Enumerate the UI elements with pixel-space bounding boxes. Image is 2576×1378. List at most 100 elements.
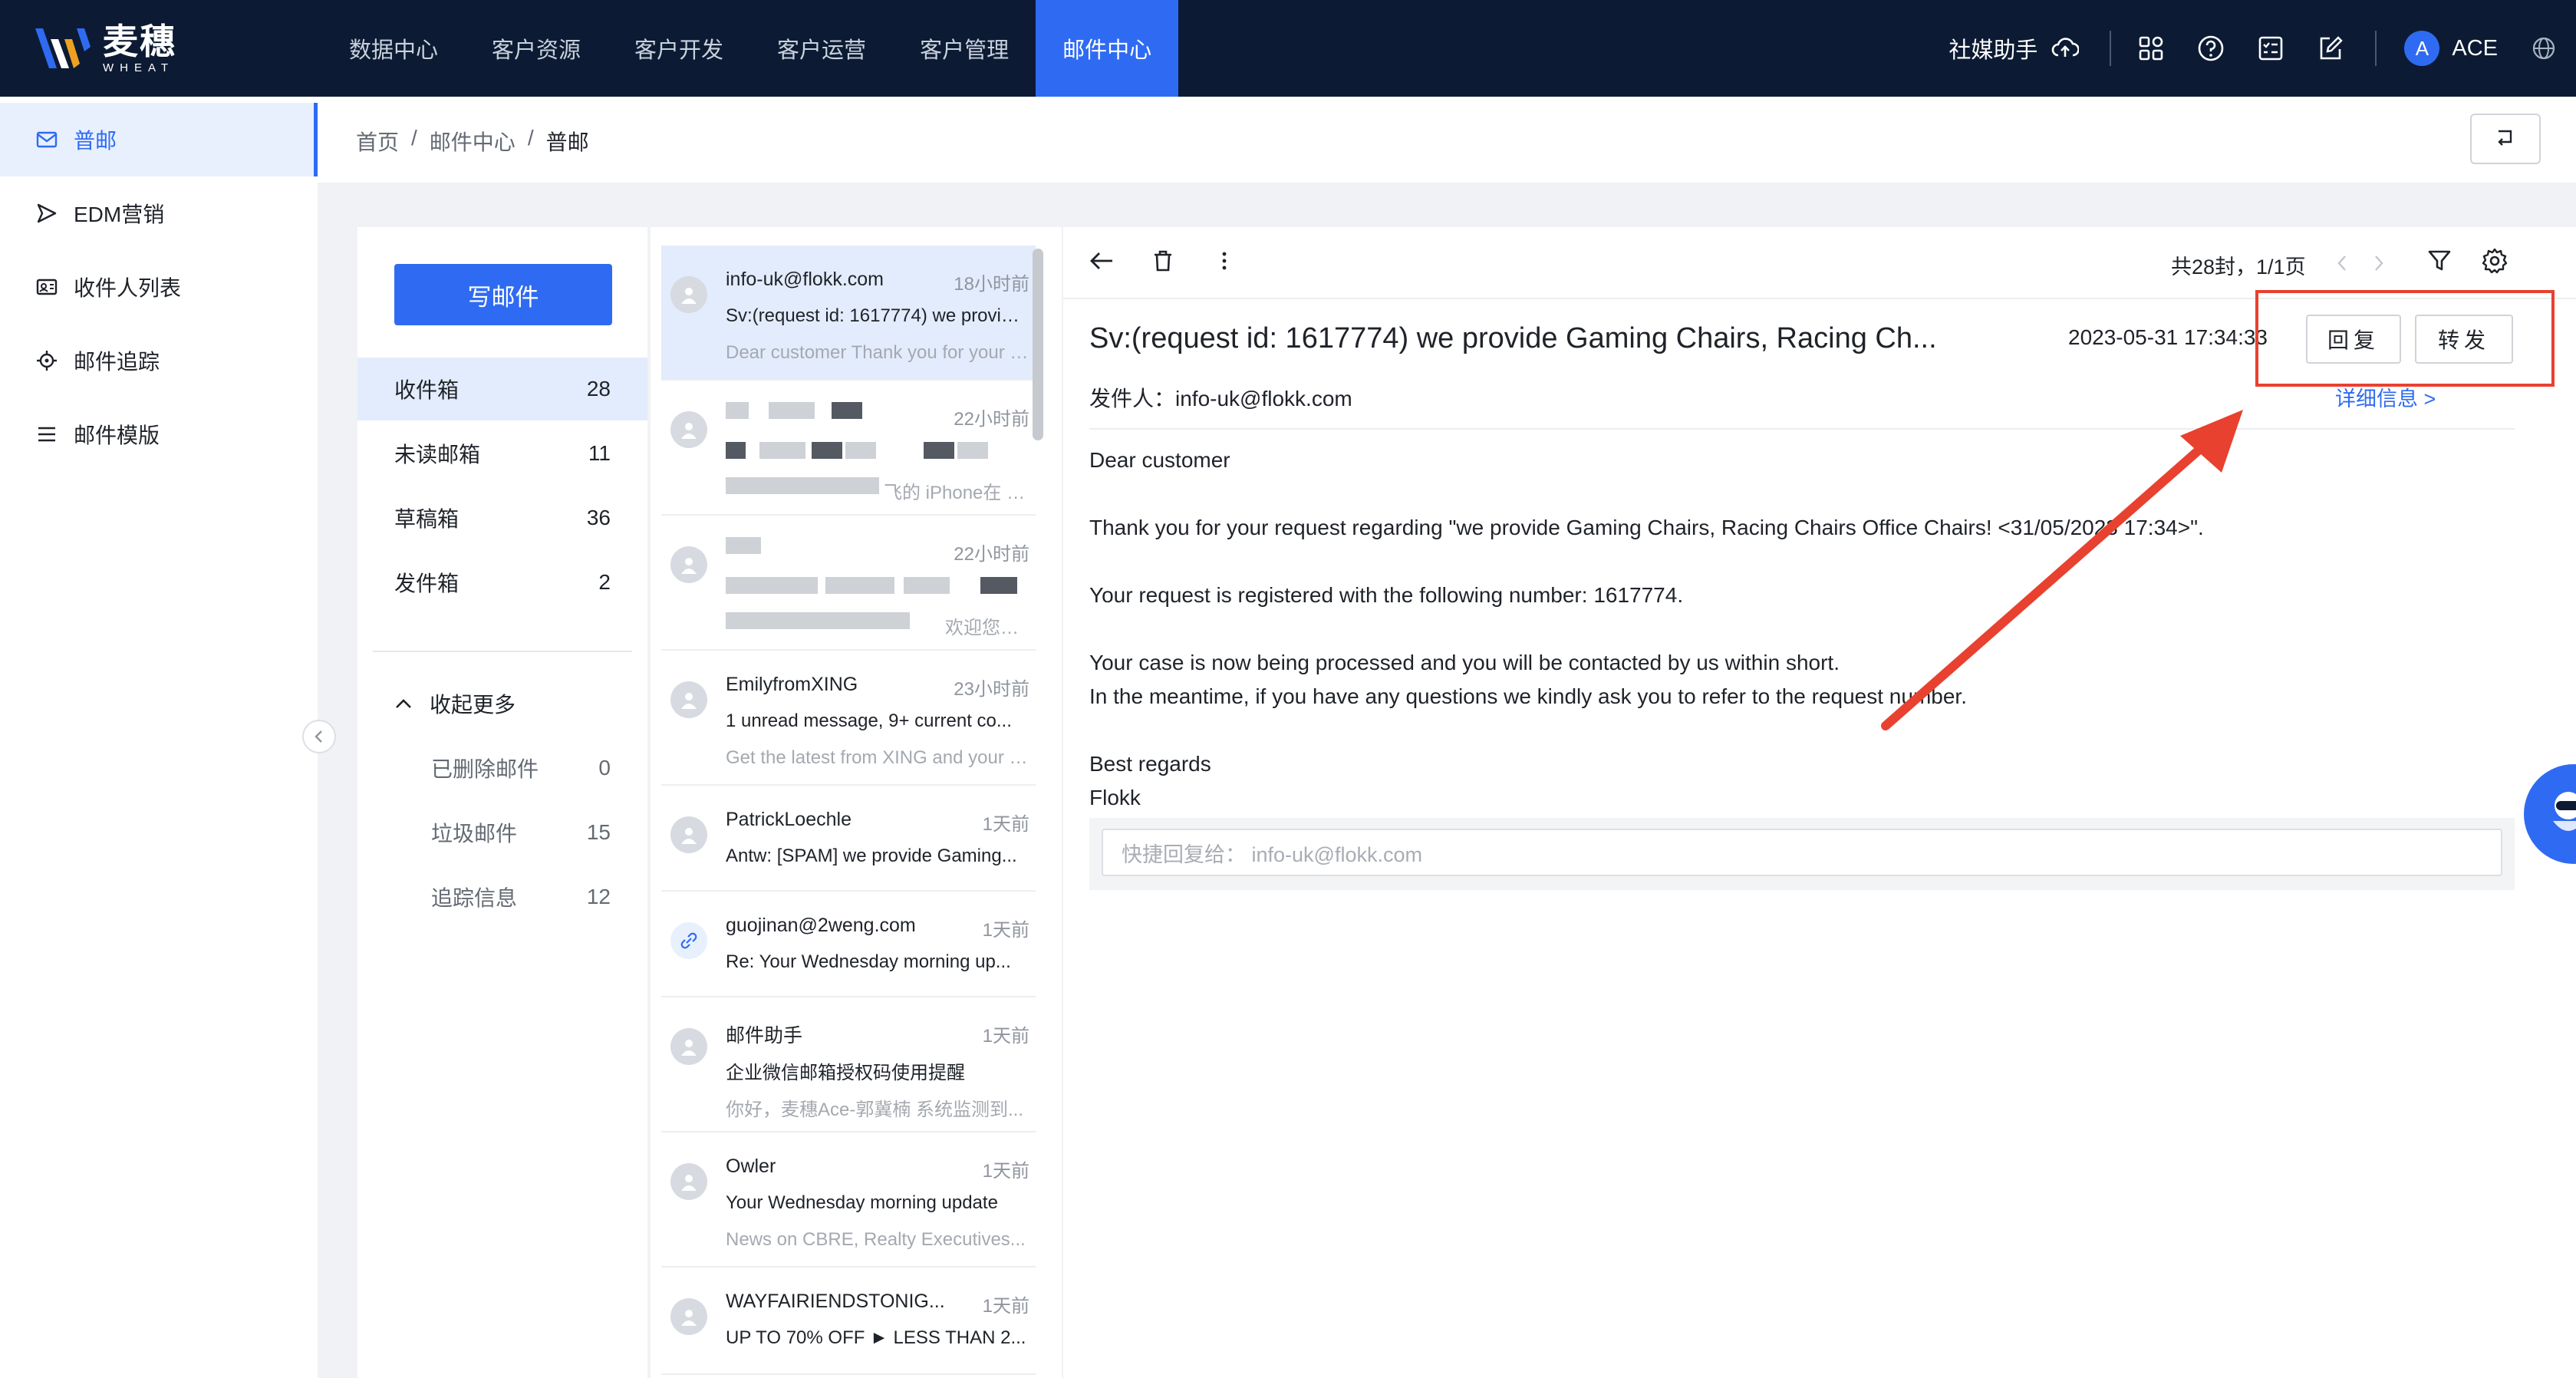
breadcrumb: 首页 / 邮件中心 / 普邮	[356, 126, 589, 157]
avatar	[670, 1163, 707, 1200]
sidebar-item-mail-tracking[interactable]: 邮件追踪	[0, 324, 318, 397]
sidebar-item-edm[interactable]: EDM营销	[0, 176, 318, 250]
folder-inbox[interactable]: 收件箱 28	[357, 358, 647, 420]
list-item[interactable]: PatrickLoechle 1天前 Antw: [SPAM] we provi…	[661, 786, 1036, 892]
divider	[2375, 31, 2377, 66]
nav-data-center[interactable]: 数据中心	[322, 0, 465, 97]
avatar	[670, 546, 707, 583]
sidebar-collapse-button[interactable]	[302, 720, 336, 753]
reading-pane: 共28封，1/1页 Sv:(request id: 1617774) we pr…	[1063, 227, 2576, 1378]
message-subject: UP TO 70% OFF ► LESS THAN 2...	[726, 1327, 1026, 1348]
message-sender: PatrickLoechle	[726, 809, 852, 830]
list-item[interactable]: 邮件助手 1天前 企业微信邮箱授权码使用提醒 你好，麦穗Ace-郭冀楠 系统监测…	[661, 997, 1036, 1132]
folder-deleted[interactable]: 已删除邮件 0	[357, 737, 647, 799]
list-item[interactable]: info-uk@flokk.com 18小时前 Sv:(request id: …	[661, 246, 1036, 381]
list-item[interactable]: guojinan@2weng.com 1天前 Re: Your Wednesda…	[661, 892, 1036, 997]
folder-tracking-info[interactable]: 追踪信息 12	[357, 865, 647, 928]
next-page-icon[interactable]	[2372, 253, 2386, 277]
message-subject: Sv:(request id: 1617774) we provide Gami…	[726, 305, 1029, 326]
collapse-more-toggle[interactable]: 收起更多	[357, 672, 647, 735]
divider	[1089, 428, 2515, 430]
sidebar-item-label: EDM营销	[74, 203, 165, 226]
collapse-more-label: 收起更多	[430, 693, 516, 717]
list-item[interactable]: EmilyfromXING 23小时前 1 unread message, 9+…	[661, 651, 1036, 786]
fullscreen-toggle-button[interactable]	[2470, 114, 2541, 164]
sidebar-item-recipient-list[interactable]: 收件人列表	[0, 250, 318, 324]
user-name[interactable]: ACE	[2452, 36, 2498, 61]
message-time: 18小时前	[954, 274, 1029, 295]
message-time: 1天前	[982, 1026, 1029, 1047]
trash-icon[interactable]	[1149, 247, 1177, 275]
left-sidebar: 普邮 EDM营销 收件人列表 邮件追踪 邮件模版	[0, 97, 318, 1378]
folder-count: 12	[586, 885, 611, 908]
message-time: 1天前	[982, 814, 1029, 835]
folder-drafts[interactable]: 草稿箱 36	[357, 486, 647, 549]
logo-mark-icon	[34, 24, 92, 73]
redacted-block	[904, 577, 950, 594]
message-sender: WAYFAIRIENDSTONIG...	[726, 1291, 945, 1312]
list-item[interactable]: WAYFAIRIENDSTONIG... 1天前 UP TO 70% OFF ►…	[661, 1268, 1036, 1375]
redacted-block	[726, 537, 761, 554]
nav-mail-center[interactable]: 邮件中心	[1036, 0, 1179, 97]
folder-unread[interactable]: 未读邮箱 11	[357, 422, 647, 485]
checklist-icon[interactable]	[2254, 31, 2288, 65]
exit-fullscreen-icon	[2495, 129, 2515, 150]
prev-page-icon[interactable]	[2335, 253, 2349, 277]
reader-toolbar	[1088, 247, 1238, 275]
sidebar-item-regular-mail[interactable]: 普邮	[0, 103, 318, 176]
social-helper-label[interactable]: 社媒助手	[1948, 32, 2037, 64]
logo-subtext: WHEAT	[103, 61, 175, 74]
message-time: 1天前	[982, 1296, 1029, 1317]
breadcrumb-home[interactable]: 首页	[356, 126, 399, 157]
globe-icon[interactable]	[2527, 31, 2561, 65]
message-time: 23小时前	[954, 679, 1029, 700]
list-item[interactable]: 22小时前 欢迎您参...	[661, 516, 1036, 651]
cloud-upload-icon[interactable]	[2048, 31, 2082, 65]
folder-outbox[interactable]: 发件箱 2	[357, 551, 647, 614]
sidebar-item-label: 邮件追踪	[74, 350, 160, 374]
redacted-block	[769, 402, 815, 419]
breadcrumb-bar: 首页 / 邮件中心 / 普邮	[318, 97, 2576, 183]
robot-icon	[2545, 787, 2576, 845]
quick-reply-input[interactable]: 快捷回复给： info-uk@flokk.com	[1102, 829, 2502, 876]
chevron-up-icon	[394, 697, 413, 710]
mail-date: 2023-05-31 17:34:33	[2068, 325, 2268, 349]
list-item[interactable]: 22小时前 飞的 iPhone在 20...	[661, 381, 1036, 516]
edit-note-icon[interactable]	[2314, 31, 2347, 65]
settings-gear-icon[interactable]	[2481, 247, 2508, 279]
mail-body-line: In the meantime, if you have any questio…	[1089, 684, 1967, 708]
redacted-block	[980, 577, 1017, 594]
more-vertical-icon[interactable]	[1211, 247, 1238, 275]
avatar[interactable]: A	[2404, 31, 2440, 66]
filter-icon[interactable]	[2427, 249, 2452, 277]
nav-customer-resources[interactable]: 客户资源	[465, 0, 608, 97]
redacted-block	[726, 402, 749, 419]
folder-label: 草稿箱	[394, 507, 460, 531]
folder-count: 2	[598, 570, 611, 594]
message-list: info-uk@flokk.com 18小时前 Sv:(request id: …	[651, 227, 1062, 1378]
avatar	[670, 816, 707, 853]
compose-button[interactable]: 写邮件	[394, 264, 612, 325]
nav-customer-management[interactable]: 客户管理	[893, 0, 1036, 97]
pagination-info: 共28封，1/1页	[2171, 255, 2306, 279]
redacted-block	[845, 442, 876, 459]
folder-spam[interactable]: 垃圾邮件 15	[357, 801, 647, 864]
logo-text: 麦穗	[103, 21, 176, 61]
message-list-scrollbar[interactable]	[1033, 249, 1043, 440]
back-arrow-icon[interactable]	[1088, 247, 1115, 275]
help-icon[interactable]	[2194, 31, 2228, 65]
sender-address[interactable]: info-uk@flokk.com	[1175, 387, 1352, 410]
folder-panel: 写邮件 收件箱 28 未读邮箱 11 草稿箱 36 发件箱 2 收起更多 已删除…	[357, 227, 647, 1378]
list-item[interactable]: Owler 1天前 Your Wednesday morning update …	[661, 1132, 1036, 1268]
message-subject: Re: Your Wednesday morning up...	[726, 951, 1011, 972]
sidebar-item-mail-templates[interactable]: 邮件模版	[0, 397, 318, 471]
mail-body-line: Your request is registered with the foll…	[1089, 583, 1684, 607]
avatar	[670, 1028, 707, 1065]
message-preview: 你好，麦穗Ace-郭冀楠 系统监测到...	[726, 1099, 1024, 1120]
nav-customer-operations[interactable]: 客户运营	[750, 0, 893, 97]
breadcrumb-mail-center[interactable]: 邮件中心	[430, 126, 516, 157]
apps-grid-icon[interactable]	[2134, 31, 2168, 65]
nav-customer-development[interactable]: 客户开发	[608, 0, 750, 97]
logo[interactable]: 麦穗 WHEAT	[34, 20, 176, 77]
mail-icon	[35, 128, 58, 151]
